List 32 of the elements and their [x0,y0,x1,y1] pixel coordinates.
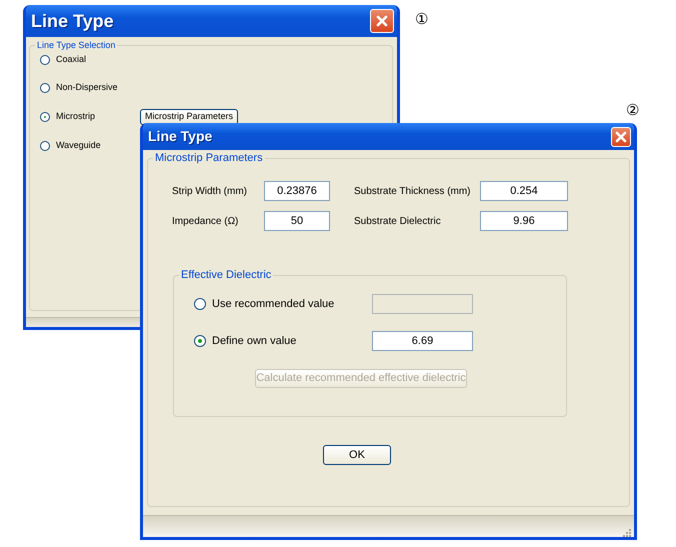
radio-button[interactable] [40,55,50,65]
window-title: Line Type [148,127,212,146]
radio-label: Non-Dispersive [56,81,119,94]
input-field[interactable]: 6.69 [372,331,473,351]
radio-button[interactable] [194,298,206,310]
group-title: Microstrip Parameters [153,152,265,165]
radio-button[interactable] [40,83,50,93]
close-icon [376,15,388,27]
window-title: Line Type [31,10,114,33]
radio-button[interactable] [40,141,50,151]
radio-label: Microstrip [56,110,96,124]
field-label: Substrate Dielectric [354,214,442,228]
input-field[interactable]: 50 [264,211,330,231]
input-field[interactable]: 9.96 [480,211,568,231]
field-label: Substrate Thickness (mm) [354,184,472,198]
radio-button[interactable] [40,112,50,122]
field-label: Strip Width (mm) [172,184,248,198]
close-icon [615,130,627,142]
close-button[interactable] [370,9,394,33]
radio-label: Use recommended value [212,296,336,312]
group-title: Line Type Selection [35,39,118,52]
radio-button[interactable] [194,335,206,347]
close-button[interactable] [611,126,631,146]
input-field[interactable]: 0.254 [480,181,568,201]
radio-label: Coaxial [56,53,88,66]
callout-number: ① [415,12,428,27]
radio-label: Define own value [212,334,298,349]
input-field[interactable]: 0.23876 [264,181,330,201]
callout-number: ② [626,103,639,118]
ok-button[interactable]: OK [323,445,391,465]
radio-label: Waveguide [56,139,102,152]
field-label: Impedance (Ω) [172,214,240,228]
